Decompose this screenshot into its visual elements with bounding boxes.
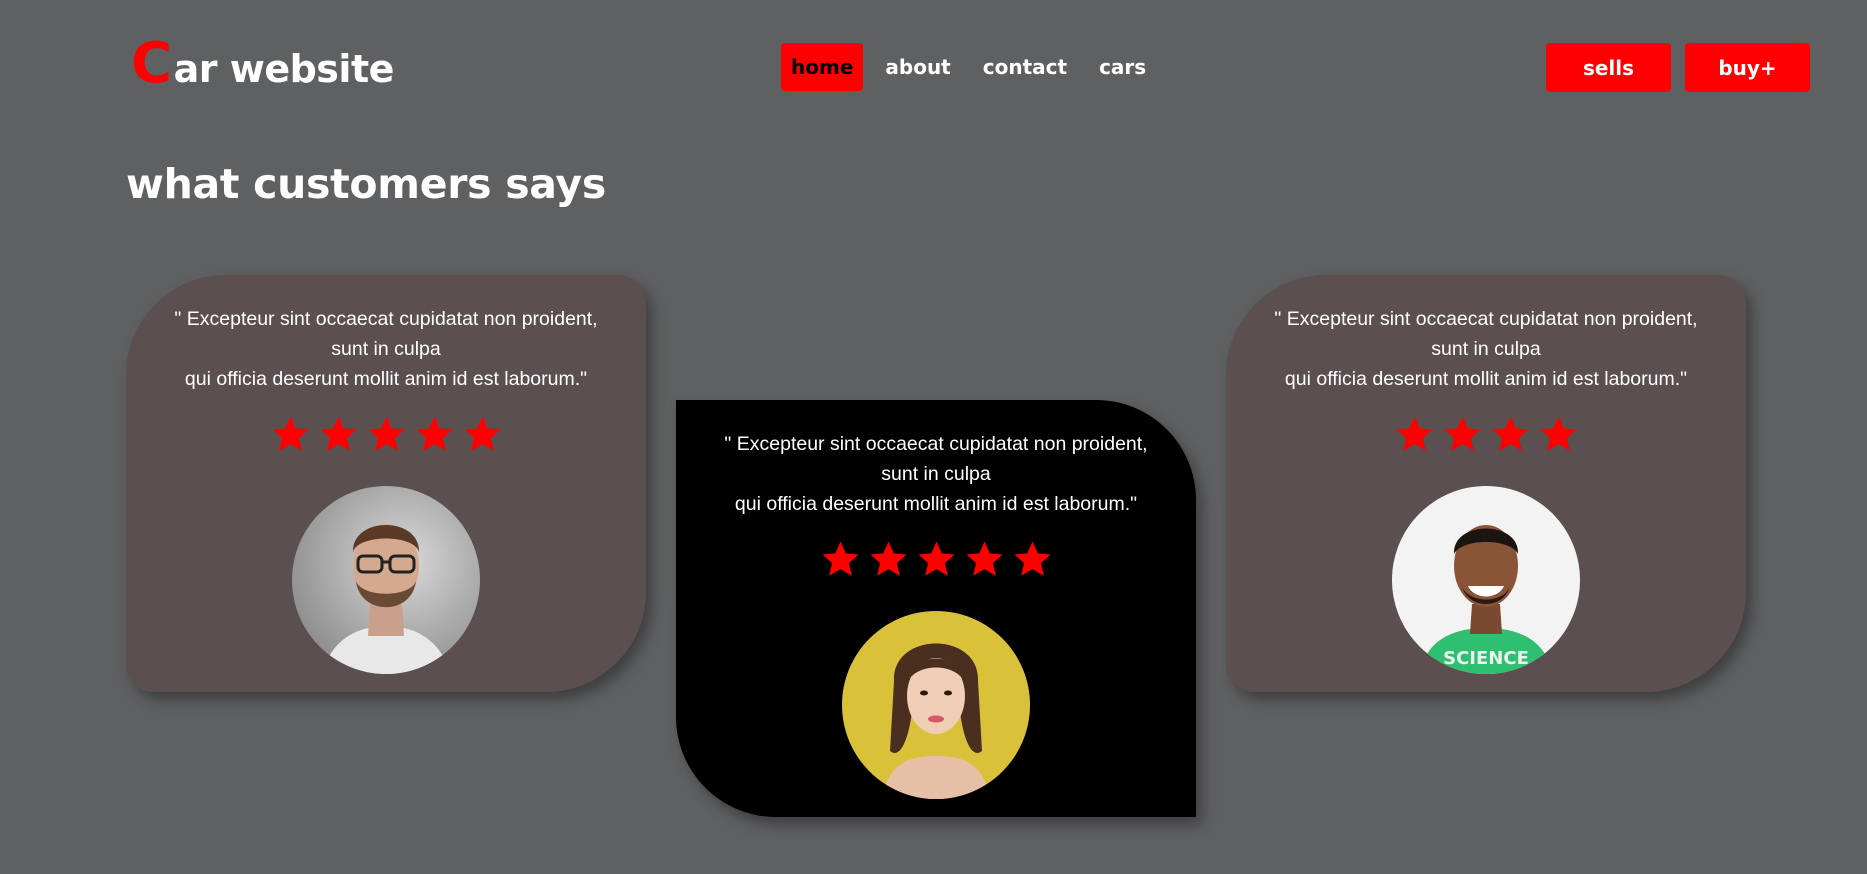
star-icon <box>822 541 858 576</box>
logo-first-letter: C <box>131 31 172 96</box>
sells-button[interactable]: sells <box>1546 43 1671 92</box>
star-icon <box>870 541 906 576</box>
testimonial-card: " Excepteur sint occaecat cupidatat non … <box>1226 275 1746 692</box>
star-rating <box>126 414 646 456</box>
nav-cars[interactable]: cars <box>1089 43 1156 91</box>
site-logo[interactable]: C ar website <box>131 36 394 97</box>
star-rating <box>1226 414 1746 456</box>
star-icon <box>918 541 954 576</box>
testimonial-quote: " Excepteur sint occaecat cupidatat non … <box>1226 304 1746 394</box>
testimonial-card: " Excepteur sint occaecat cupidatat non … <box>126 275 646 692</box>
page: C ar website home about contact cars sel… <box>0 0 1867 874</box>
star-icon <box>416 416 452 451</box>
star-icon <box>1014 541 1050 576</box>
quote-line: " Excepteur sint occaecat cupidatat non … <box>1274 308 1698 330</box>
star-icon <box>1396 416 1432 451</box>
quote-line: qui officia deserunt mollit anim id est … <box>184 368 588 390</box>
star-icon <box>272 416 308 451</box>
testimonial-card-featured: " Excepteur sint occaecat cupidatat non … <box>676 400 1196 817</box>
star-icon <box>1492 416 1528 451</box>
nav-home[interactable]: home <box>781 43 864 91</box>
section-title: what customers says <box>126 160 606 208</box>
quote-line: " Excepteur sint occaecat cupidatat non … <box>174 308 598 330</box>
star-rating <box>676 539 1196 581</box>
star-icon <box>464 416 500 451</box>
nav-contact[interactable]: contact <box>973 43 1077 91</box>
quote-line: " Excepteur sint occaecat cupidatat non … <box>724 433 1148 455</box>
star-icon <box>368 416 404 451</box>
shirt-text: SCIENCE <box>1443 648 1529 669</box>
smiling-man-avatar-icon: SCIENCE <box>1392 486 1580 674</box>
quote-line: sunt in culpa <box>881 463 991 485</box>
header-actions: sells buy+ <box>1546 43 1810 92</box>
testimonial-quote: " Excepteur sint occaecat cupidatat non … <box>676 429 1196 519</box>
quote-line: sunt in culpa <box>331 338 441 360</box>
man-with-glasses-avatar-icon <box>292 486 480 674</box>
nav-about[interactable]: about <box>875 43 960 91</box>
star-icon <box>1540 416 1576 451</box>
main-nav: home about contact cars <box>781 43 1156 91</box>
quote-line: qui officia deserunt mollit anim id est … <box>1284 368 1688 390</box>
star-icon <box>966 541 1002 576</box>
quote-line: qui officia deserunt mollit anim id est … <box>734 493 1138 515</box>
buy-button[interactable]: buy+ <box>1685 43 1810 92</box>
star-icon <box>1444 416 1480 451</box>
star-icon <box>320 416 356 451</box>
woman-avatar-icon <box>842 611 1030 799</box>
testimonial-quote: " Excepteur sint occaecat cupidatat non … <box>126 304 646 394</box>
logo-text: ar website <box>173 47 395 91</box>
quote-line: sunt in culpa <box>1431 338 1541 360</box>
